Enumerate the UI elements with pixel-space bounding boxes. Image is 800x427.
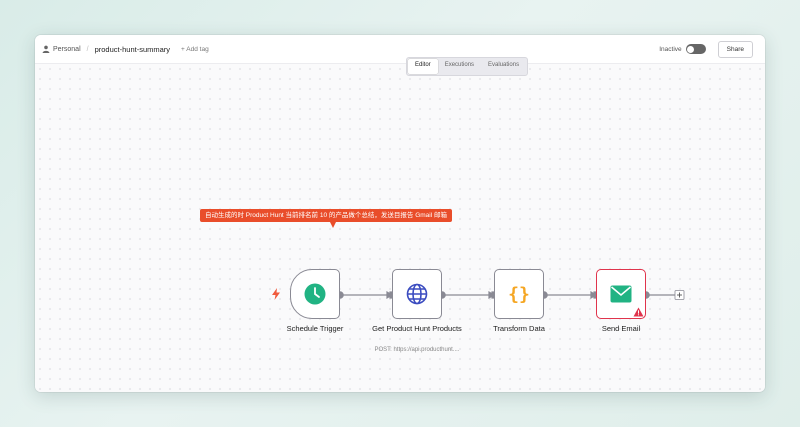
node-send-email[interactable] — [596, 269, 646, 319]
view-tabs: Editor Executions Evaluations — [406, 57, 529, 76]
sticky-note[interactable]: 自动生成的时 Product Hunt 当前排名前 10 的产品做个总结，发送目… — [200, 209, 452, 222]
node-label: Send Email — [601, 324, 641, 333]
breadcrumb: Personal / product-hunt-summary + Add ta… — [42, 35, 209, 63]
tab-executions[interactable]: Executions — [438, 59, 481, 74]
svg-text:{}: {} — [508, 284, 530, 305]
sticky-note-pointer — [330, 222, 336, 228]
braces-icon: {} — [508, 284, 530, 305]
tab-evaluations[interactable]: Evaluations — [481, 59, 526, 74]
share-button[interactable]: Share — [717, 40, 753, 58]
active-status-label: Inactive — [659, 45, 682, 53]
node-transform-data[interactable]: {} — [494, 269, 544, 319]
workflow-editor-window: Personal / product-hunt-summary + Add ta… — [35, 35, 765, 392]
node-schedule-trigger[interactable] — [290, 269, 340, 319]
add-tag-button[interactable]: + Add tag — [181, 46, 209, 53]
warning-icon[interactable] — [633, 307, 644, 317]
project-name[interactable]: Personal — [53, 46, 81, 53]
node-subtitle: POST: https://api.producthunt.... — [374, 347, 460, 353]
header-controls: Inactive Share — [659, 35, 753, 63]
mail-icon — [610, 285, 632, 303]
tab-editor[interactable]: Editor — [408, 59, 438, 74]
workflow-canvas[interactable]: 自动生成的时 Product Hunt 当前排名前 10 的产品做个总结，发送目… — [35, 64, 765, 392]
active-toggle[interactable] — [685, 44, 706, 54]
add-node-button[interactable] — [674, 290, 685, 300]
node-label: Get Product Hunt Products — [372, 324, 462, 333]
clock-icon — [304, 283, 326, 305]
breadcrumb-separator: / — [86, 45, 89, 53]
user-icon — [42, 45, 50, 53]
node-http-request[interactable] — [392, 269, 442, 319]
node-label: Schedule Trigger — [286, 324, 344, 333]
top-bar: Personal / product-hunt-summary + Add ta… — [35, 35, 765, 64]
node-label: Transform Data — [493, 324, 545, 333]
connections — [336, 290, 685, 300]
workflow-name[interactable]: product-hunt-summary — [95, 45, 170, 54]
globe-icon — [406, 283, 428, 305]
trigger-bolt-icon — [272, 288, 280, 300]
toggle-knob — [687, 45, 695, 53]
